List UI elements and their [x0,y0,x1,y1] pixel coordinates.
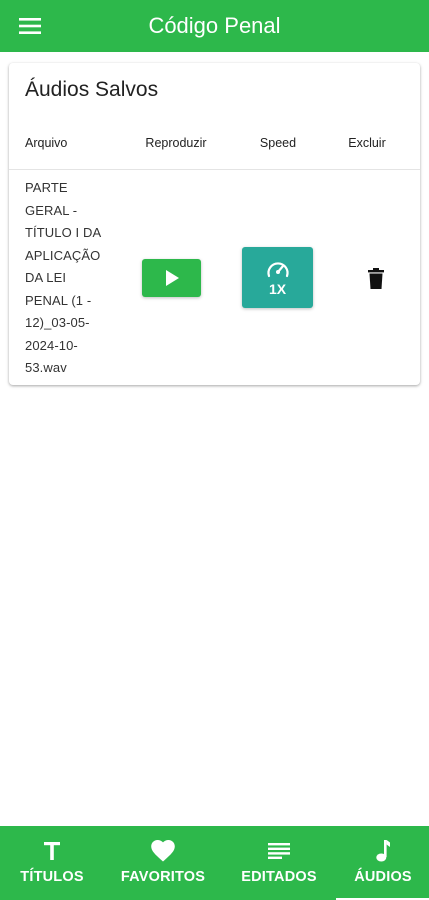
card-title: Áudios Salvos [25,78,159,101]
music-note-icon [376,839,390,863]
header-divider [9,169,420,170]
bottom-navigation: TÍTULOS FAVORITOS EDITADOS ÁUDIOS [0,826,429,900]
play-button[interactable] [142,259,201,297]
nav-item-favoritos[interactable]: FAVORITOS [112,826,214,900]
nav-item-audios[interactable]: ÁUDIOS [340,826,426,900]
play-icon [165,270,179,286]
nav-label-favoritos: FAVORITOS [120,869,206,885]
column-header-delete: Excluir [348,136,386,150]
nav-label-titulos: TÍTULOS [20,869,84,885]
column-header-play: Reproduzir [145,136,207,150]
app-bar: Código Penal [0,0,429,52]
nav-label-audios: ÁUDIOS [354,869,412,885]
notes-lines-icon [268,839,290,863]
column-header-file: Arquivo [25,136,68,150]
saved-audios-card: Áudios Salvos Arquivo Reproduzir Speed E… [9,63,420,385]
speed-button[interactable]: 1X [242,247,313,308]
heart-icon [151,839,175,863]
text-t-icon [44,839,60,863]
page-title: Código Penal [148,13,281,38]
audio-file-name: PARTE GERAL - TÍTULO I DA APLICAÇÃO DA L… [25,180,101,375]
column-header-speed: Speed [259,136,297,150]
speed-value: 1X [268,280,287,297]
trash-icon [368,267,384,289]
nav-item-editados[interactable]: EDITADOS [232,826,326,900]
nav-label-editados: EDITADOS [241,869,317,885]
nav-item-titulos[interactable]: TÍTULOS [10,826,94,900]
speedometer-icon [266,261,289,277]
delete-button[interactable] [364,265,388,291]
app-screen: Código Penal Áudios Salvos Arquivo Repro… [0,0,429,900]
